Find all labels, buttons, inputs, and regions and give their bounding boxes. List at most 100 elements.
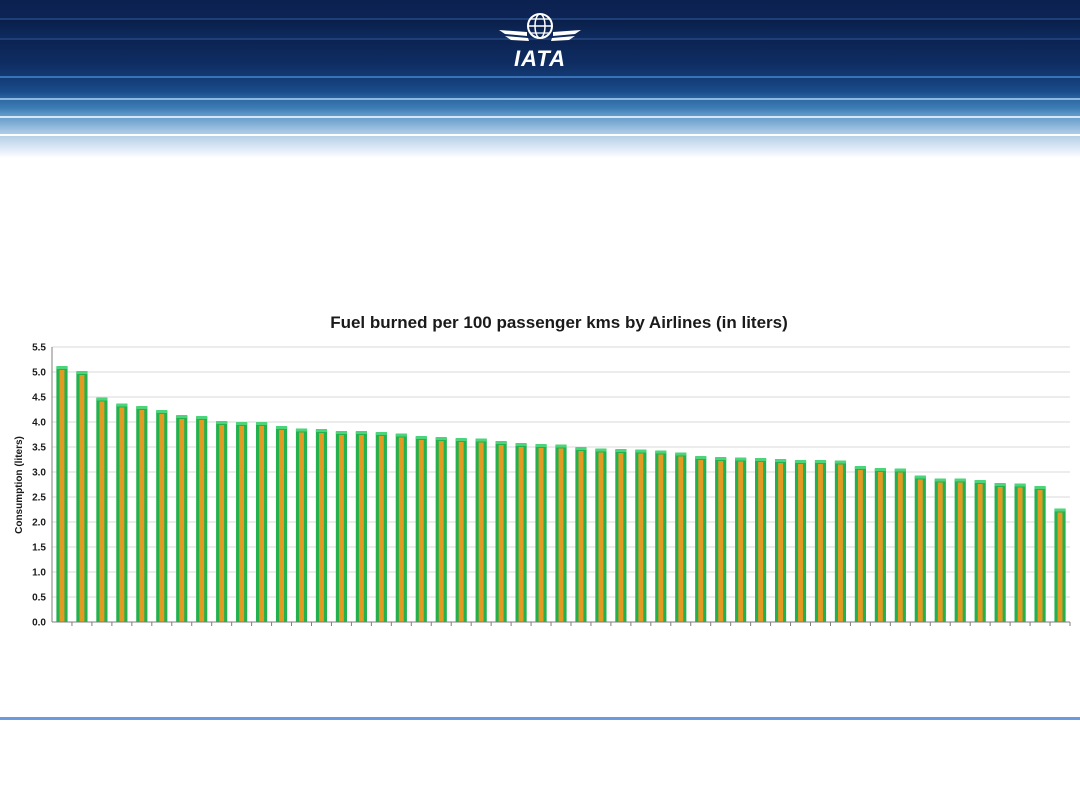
bar-fill (478, 442, 484, 622)
bar-fill (338, 435, 344, 622)
bar-fill (199, 420, 205, 622)
bar (695, 456, 707, 622)
bar-fill (1057, 512, 1063, 622)
bar-fill (518, 447, 524, 622)
globe-wings-icon (499, 13, 581, 41)
bar-fill (738, 461, 744, 622)
bar-cap (675, 452, 687, 456)
bar (56, 366, 68, 622)
bar-cap (515, 443, 527, 446)
bar (435, 437, 447, 622)
bar (615, 449, 627, 622)
bar (834, 460, 847, 622)
y-tick-label: 4.0 (32, 418, 46, 429)
bar-cap (615, 449, 627, 452)
bar (96, 397, 108, 622)
bar-fill (997, 487, 1003, 622)
bar-cap (814, 460, 827, 463)
bar-fill (897, 472, 903, 622)
bar-cap (575, 447, 587, 450)
bar-cap (415, 436, 427, 439)
bar-fill (239, 426, 245, 622)
y-tick-labels: 0.0 0.5 1.0 1.5 2.0 2.5 3.0 3.5 4.0 4.5 5.0 5.5 (32, 343, 46, 629)
bar-fill (758, 462, 764, 622)
bar-cap (834, 460, 847, 464)
bar-cap (635, 449, 647, 453)
bar-cap (236, 422, 248, 425)
y-tick-label: 0.0 (32, 618, 46, 629)
bar-fill (418, 440, 424, 622)
bar-cap (874, 468, 886, 471)
bar (335, 431, 348, 622)
bar (675, 452, 687, 622)
bar-fill (937, 482, 943, 622)
header-stripe (0, 134, 1080, 136)
bar (974, 480, 986, 622)
bar (794, 460, 807, 622)
header-stripe (0, 76, 1080, 78)
bar (395, 433, 407, 622)
bar-fill (857, 470, 863, 622)
bar-cap (735, 457, 747, 461)
bar-fill (558, 448, 564, 622)
y-tick-label: 3.0 (32, 468, 46, 479)
bar-cap (455, 438, 467, 441)
bar-cap (595, 448, 607, 452)
bar-cap (854, 466, 867, 469)
bar-cap (116, 403, 128, 407)
bar (375, 432, 387, 622)
y-tick-label: 2.5 (32, 493, 46, 504)
bar-cap (435, 437, 447, 440)
bar-fill (319, 433, 324, 622)
bar-fill (358, 435, 364, 622)
bar (555, 444, 567, 622)
bar (76, 371, 88, 622)
y-tick-label: 3.5 (32, 443, 46, 454)
bar-cap (994, 483, 1006, 486)
bar (515, 443, 527, 622)
bar-fill (378, 436, 384, 622)
bar-cap (555, 444, 567, 448)
logo-text: IATA (513, 46, 567, 71)
chart-area: Fuel burned per 100 passenger kms by Air… (0, 300, 1080, 640)
bar-fill (818, 464, 823, 622)
bar-fill (877, 472, 883, 622)
bar-cap (295, 428, 308, 432)
bar (535, 444, 547, 622)
bar-cap (934, 478, 946, 482)
bar-cap (695, 456, 707, 459)
bar (275, 426, 288, 622)
chart-title: Fuel burned per 100 passenger kms by Air… (330, 313, 788, 332)
bar (475, 438, 487, 622)
bar (934, 478, 946, 622)
y-tick-label: 2.0 (32, 518, 46, 529)
bar (495, 441, 507, 622)
bar-fill (99, 401, 105, 622)
bar (295, 428, 308, 622)
bar-fill (1037, 490, 1043, 622)
bar-fill (538, 448, 544, 622)
bar-fill (658, 454, 664, 622)
bar-cap (954, 478, 966, 482)
bar-cap (216, 421, 228, 424)
bar-cap (535, 444, 547, 447)
bar-cap (375, 432, 387, 435)
bar (1014, 483, 1026, 622)
bar-fill (778, 463, 784, 622)
bar-fill (638, 453, 644, 622)
bar-cap (495, 441, 507, 444)
bar-fill (139, 410, 145, 622)
bar-cap (655, 450, 667, 454)
bar (994, 483, 1006, 622)
bar-fill (299, 432, 304, 622)
header-stripe (0, 116, 1080, 118)
bar-fill (798, 464, 803, 622)
bar-cap (395, 433, 407, 437)
bar (1034, 486, 1046, 622)
bar-cap (974, 480, 986, 483)
bar-cap (475, 438, 487, 442)
bar (415, 436, 427, 622)
bar-chart: Fuel burned per 100 passenger kms by Air… (14, 313, 1071, 629)
y-tick-label: 1.5 (32, 543, 46, 554)
bar-fill (578, 451, 584, 622)
